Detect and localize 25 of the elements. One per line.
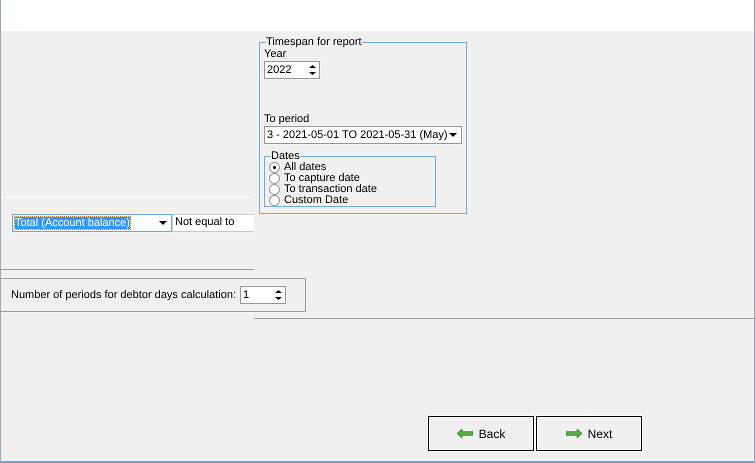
radio-button[interactable] xyxy=(269,173,280,184)
caret-icon[interactable] xyxy=(159,221,167,225)
operator-field[interactable]: Not equal to xyxy=(172,214,254,232)
back-button[interactable]: Back xyxy=(428,416,534,451)
next-button[interactable]: Next xyxy=(536,416,642,451)
left-arrow-icon xyxy=(456,429,473,438)
spin-arrows-icon[interactable] xyxy=(275,289,282,301)
radio-option[interactable]: Custom Date xyxy=(269,195,435,206)
periods-spinner[interactable]: 1 xyxy=(240,286,286,304)
year-label: Year xyxy=(264,48,288,61)
radio-option[interactable]: All dates xyxy=(269,162,435,173)
right-arrow-icon xyxy=(566,429,582,438)
year-spinner[interactable]: 2022 xyxy=(264,61,320,79)
group-title: Dates xyxy=(271,150,300,162)
radio-button[interactable] xyxy=(269,195,280,206)
debtor-days-label: Number of periods for debtor days calculation: xyxy=(11,289,236,301)
group-title: Timespan for report xyxy=(266,36,362,48)
period-label: To period xyxy=(264,113,310,126)
period-dropdown[interactable]: 3 - 2021-05-01 TO 2021-05-31 (May) xyxy=(264,126,462,144)
radio-option[interactable]: To capture date xyxy=(269,173,435,184)
radio-button[interactable] xyxy=(269,184,280,195)
caret-icon[interactable] xyxy=(449,133,457,137)
spin-arrows-icon[interactable] xyxy=(309,64,316,76)
radio-option[interactable]: To transaction date xyxy=(269,184,435,195)
radio-button[interactable] xyxy=(269,162,280,173)
